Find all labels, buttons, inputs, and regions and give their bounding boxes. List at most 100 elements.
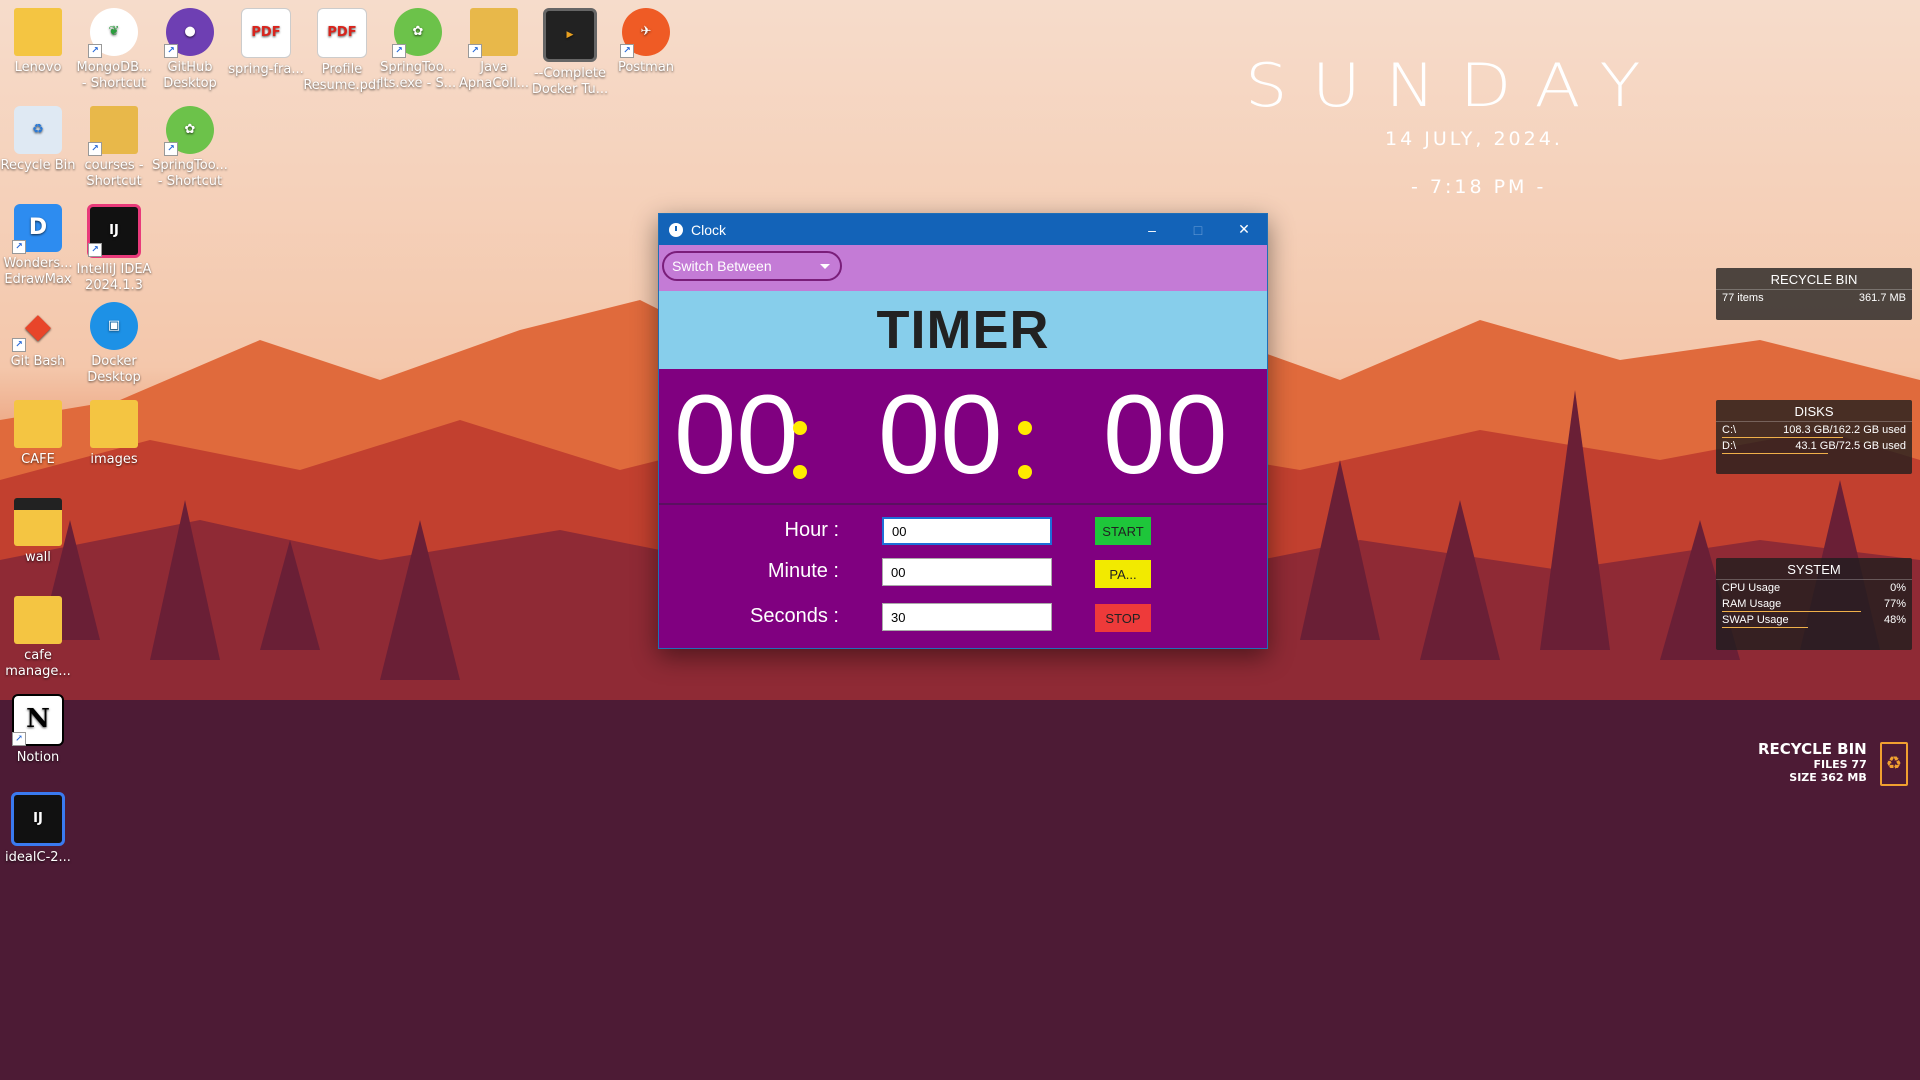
spring-leaf-icon: ✿ ↗: [164, 106, 214, 156]
start-button[interactable]: START: [1095, 517, 1151, 545]
folder-icon: [14, 498, 62, 546]
recycle-bin-corner-widget[interactable]: RECYCLE BIN FILES 77 SIZE 362 MB: [1758, 740, 1867, 784]
day-title: SUNDAY: [1245, 51, 1665, 118]
shortcut-arrow-icon: ↗: [164, 44, 178, 58]
desktop-icon-wall[interactable]: wall: [0, 496, 77, 566]
intellij-installer-icon: IJ: [11, 792, 65, 846]
shortcut-arrow-icon: ↗: [12, 338, 26, 352]
folder-icon: [14, 8, 62, 56]
desktop-icon-springtools-exe[interactable]: ✿ ↗ SpringToo... lts.exe - S...: [379, 6, 457, 91]
switch-between-dropdown[interactable]: Switch Between: [662, 251, 842, 281]
desktop-icon-cafe[interactable]: CAFE: [0, 398, 77, 468]
widget-title: RECYCLE BIN: [1716, 268, 1912, 290]
desktop-icon-cafe-management[interactable]: cafe manage...: [0, 594, 77, 679]
desktop-icon-courses[interactable]: ↗ courses - Shortcut: [75, 104, 153, 189]
edrawmax-icon: D ↗: [12, 204, 62, 254]
desktop-icon-docker-tutorial[interactable]: ▶ --Complete Docker Tu...: [531, 6, 609, 97]
desktop-icon-github[interactable]: ● ↗ GitHub Desktop: [151, 6, 229, 91]
hour-input[interactable]: [882, 517, 1052, 545]
system-metric-name: SWAP Usage: [1722, 614, 1789, 626]
shortcut-arrow-icon: ↗: [468, 44, 482, 58]
time-display: 00 00 00: [659, 369, 1267, 505]
disk-usage: 43.1 GB/72.5 GB used: [1795, 440, 1906, 452]
system-metric-value: 77%: [1883, 598, 1906, 610]
desktop-icon-profile-resume[interactable]: PDF Profile Resume.pdf: [303, 6, 381, 93]
folder-icon: [14, 400, 62, 448]
desktop-icon-lenovo[interactable]: Lenovo: [0, 6, 77, 76]
system-metric-name: CPU Usage: [1722, 582, 1781, 594]
shortcut-arrow-icon: ↗: [392, 44, 406, 58]
recycle-bin-icon: ♻: [1880, 742, 1908, 786]
disk-usage: 108.3 GB/162.2 GB used: [1783, 424, 1906, 436]
mode-title: TIMER: [659, 291, 1267, 369]
window-title: Clock: [691, 221, 727, 238]
day-title-text: SUNDAY: [1245, 51, 1665, 118]
recycle-bin-icon: ♻: [14, 106, 62, 154]
recycle-corner-title: RECYCLE BIN: [1758, 740, 1867, 758]
desktop-icon-springtools-shortcut[interactable]: ✿ ↗ SpringToo... - Shortcut: [151, 104, 229, 189]
pdf-icon: PDF: [241, 8, 291, 58]
time-text: - 7:18 PM -: [1411, 176, 1547, 198]
widget-title: DISKS: [1716, 400, 1912, 422]
desktop-icon-intellij[interactable]: IJ ↗ IntelliJ IDEA 2024.1.3: [75, 202, 153, 293]
system-usage-bar: [1722, 627, 1809, 628]
system-row: SWAP Usage 48%: [1716, 612, 1912, 628]
shortcut-arrow-icon: ↗: [88, 142, 102, 156]
system-widget: SYSTEM CPU Usage 0% RAM Usage 77% SWAP U…: [1716, 558, 1912, 650]
seconds-input[interactable]: [882, 603, 1052, 631]
seconds-label: Seconds :: [750, 605, 839, 627]
chevron-down-icon: [820, 264, 830, 269]
clock-app-icon: [669, 222, 683, 237]
date-text: 14 JULY, 2024.: [1385, 128, 1563, 150]
system-metric-name: RAM Usage: [1722, 598, 1782, 610]
desktop-icon-mongodb[interactable]: ❦ ↗ MongoDB... - Shortcut: [75, 6, 153, 91]
maximize-button[interactable]: □: [1175, 214, 1221, 245]
widget-title: SYSTEM: [1716, 558, 1912, 580]
desktop-icon-recycle-bin[interactable]: ♻ Recycle Bin: [0, 104, 77, 174]
system-metric-value: 0%: [1890, 582, 1906, 594]
system-row: RAM Usage 77%: [1716, 596, 1912, 612]
system-metric-value: 48%: [1883, 614, 1906, 626]
clock-window: Clock – □ ✕ Switch Between TIMER 00 00 0…: [658, 213, 1268, 649]
window-titlebar[interactable]: Clock – □ ✕: [659, 214, 1267, 245]
desktop-icon-notion[interactable]: N ↗ Notion: [0, 692, 77, 766]
colon-dot-icon: [1018, 465, 1032, 479]
desktop-icon-postman[interactable]: ✈ ↗ Postman: [607, 6, 685, 76]
recycle-corner-size: SIZE 362 MB: [1789, 771, 1867, 784]
colon-dot-icon: [1018, 421, 1032, 435]
minimize-button[interactable]: –: [1129, 214, 1175, 245]
colon-dot-icon: [793, 421, 807, 435]
minute-input[interactable]: [882, 558, 1052, 586]
recycle-corner-files: FILES 77: [1813, 758, 1867, 771]
desktop-icon-git-bash[interactable]: ◆ ↗ Git Bash: [0, 300, 77, 370]
desktop-icon-docker-desktop[interactable]: ▣ Docker Desktop: [75, 300, 153, 385]
folder-icon: ↗: [468, 8, 518, 58]
desktop-icon-ideaic-installer[interactable]: IJ idealC-2...: [0, 790, 77, 866]
system-row: CPU Usage 0%: [1716, 580, 1912, 596]
desktop-icon-java-apnacollege[interactable]: ↗ Java ApnaColl...: [455, 6, 533, 91]
desktop-icon-spring-pdf[interactable]: PDF spring-fra...: [227, 6, 305, 78]
colon-dot-icon: [793, 465, 807, 479]
git-icon: ◆ ↗: [12, 302, 62, 352]
close-button[interactable]: ✕: [1221, 214, 1267, 245]
hour-label: Hour :: [784, 519, 839, 541]
notion-icon: N ↗: [12, 694, 64, 746]
folder-icon: ↗: [88, 106, 138, 156]
github-icon: ● ↗: [164, 8, 214, 58]
stop-button[interactable]: STOP: [1095, 604, 1151, 632]
shortcut-arrow-icon: ↗: [620, 44, 634, 58]
shortcut-arrow-icon: ↗: [164, 142, 178, 156]
disk-row: C:\ 108.3 GB/162.2 GB used: [1716, 422, 1912, 438]
folder-icon: [14, 596, 62, 644]
desktop-icon-images[interactable]: images: [75, 398, 153, 468]
hours-display: 00: [674, 372, 799, 497]
pause-button[interactable]: PA...: [1095, 560, 1151, 588]
dropdown-label: Switch Between: [672, 258, 772, 274]
recycle-items-count: 77 items: [1722, 292, 1764, 304]
desktop-icon-edrawmax[interactable]: D ↗ Wonders... EdrawMax: [0, 202, 77, 287]
seconds-display: 00: [1103, 372, 1228, 497]
disk-name: C:\: [1722, 424, 1737, 436]
intellij-icon: IJ ↗: [87, 204, 141, 258]
disk-name: D:\: [1722, 440, 1737, 452]
minute-label: Minute :: [767, 560, 839, 582]
